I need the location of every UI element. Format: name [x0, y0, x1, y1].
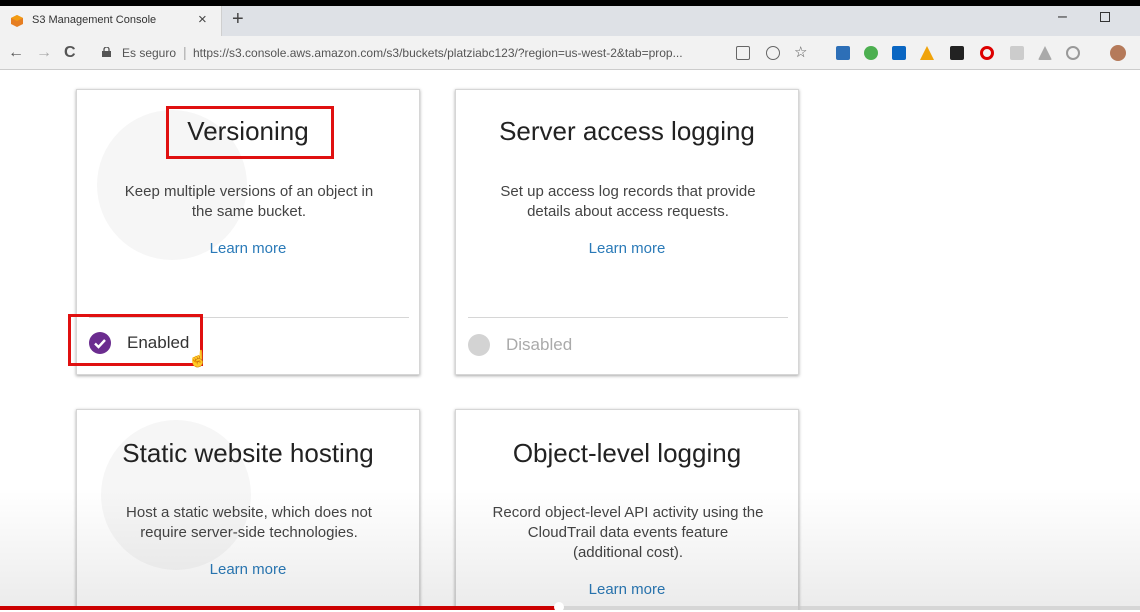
drive-icon[interactable] — [1038, 46, 1052, 60]
highlight-box-versioning — [166, 106, 334, 159]
highlight-box-enabled — [68, 314, 203, 366]
bookmark-star-icon[interactable]: ☆ — [794, 43, 808, 61]
address-bar: ← → C Es seguro | https://s3.console.aws… — [0, 36, 1140, 70]
learn-more-link[interactable]: Learn more — [77, 561, 419, 578]
card-server-access-logging[interactable]: Server access logging Set up access log … — [455, 89, 799, 375]
reload-icon[interactable]: C — [64, 44, 76, 62]
secure-label: Es seguro — [122, 46, 177, 60]
hand-cursor-icon: ☝ — [188, 351, 208, 368]
ext-circle-icon[interactable] — [1066, 46, 1080, 60]
card-description-line: require server-side technologies. — [140, 524, 358, 541]
card-title: Static website hosting — [122, 438, 374, 468]
url-input[interactable]: https://s3.console.aws.amazon.com/s3/buc… — [193, 46, 683, 60]
card-description-line: the same bucket. — [191, 203, 307, 220]
learn-more-link[interactable]: Learn more — [456, 240, 798, 257]
forward-icon[interactable]: → — [36, 44, 52, 62]
card-object-level-logging[interactable]: Object-level logging Record object-level… — [455, 409, 799, 610]
card-description-line: details about access requests. — [527, 203, 729, 220]
card-description-line: CloudTrail data events feature — [527, 524, 729, 541]
ext-blue-icon[interactable] — [836, 46, 850, 60]
translate-icon[interactable] — [736, 46, 750, 60]
card-divider — [468, 317, 788, 318]
opera-icon[interactable] — [980, 46, 994, 60]
browser-tab[interactable]: S3 Management Console × — [0, 6, 222, 36]
card-description-line: Record object-level API activity using t… — [492, 504, 764, 521]
status-label: Disabled — [506, 335, 573, 354]
aws-s3-icon — [11, 15, 23, 27]
new-tab-icon[interactable]: + — [232, 8, 244, 31]
video-progress-handle[interactable] — [553, 602, 564, 612]
card-description-line: Host a static website, which does not — [126, 504, 372, 521]
url-separator: | — [183, 44, 187, 60]
ext-orange-icon[interactable] — [920, 46, 934, 60]
card-title: Object-level logging — [512, 438, 742, 468]
zoom-icon[interactable] — [766, 46, 780, 60]
ext-green-icon[interactable] — [864, 46, 878, 60]
tab-title: S3 Management Console — [32, 14, 157, 26]
minimize-icon[interactable]: – — [1058, 8, 1067, 26]
tab-strip: S3 Management Console × + – — [0, 6, 1140, 36]
card-static-website-hosting[interactable]: Static website hosting Host a static web… — [76, 409, 420, 610]
properties-panel: Versioning Keep multiple versions of an … — [0, 71, 1140, 610]
restore-icon[interactable] — [1100, 12, 1110, 22]
close-icon[interactable]: × — [198, 11, 207, 28]
learn-more-link[interactable]: Learn more — [456, 581, 798, 598]
learn-more-link[interactable]: Learn more — [77, 240, 419, 257]
avatar-icon[interactable] — [1110, 45, 1126, 61]
video-progress-fill — [0, 606, 559, 610]
linkedin-icon[interactable] — [892, 46, 906, 60]
card-description-line: Keep multiple versions of an object in — [124, 183, 374, 200]
disabled-circle-icon — [468, 334, 490, 356]
amazon-icon[interactable] — [950, 46, 964, 60]
card-title: Server access logging — [499, 116, 755, 146]
lock-icon — [102, 47, 111, 57]
card-description-line: Set up access log records that provide — [500, 183, 756, 200]
back-icon[interactable]: ← — [8, 44, 24, 62]
card-description-line: (additional cost). — [572, 544, 684, 561]
ext-grey-icon[interactable] — [1010, 46, 1024, 60]
